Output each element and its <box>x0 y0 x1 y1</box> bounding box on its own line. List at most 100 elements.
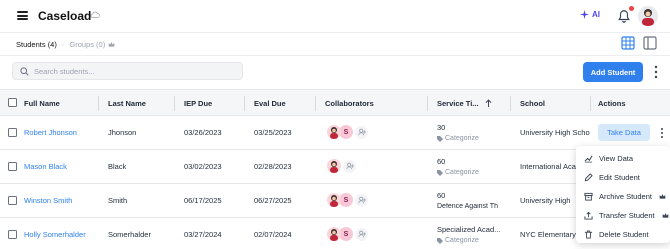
page-title: Caseload <box>38 9 92 23</box>
row-checkbox[interactable] <box>8 128 17 137</box>
column-last-name[interactable]: Last Name <box>108 99 146 108</box>
tag-icon <box>437 237 443 244</box>
iep-due-cell: 03/02/2023 <box>184 162 222 171</box>
menu-item-archive-student[interactable]: Archive Student <box>576 187 670 206</box>
table-row[interactable]: Robert Jhonson Jhonson 03/26/2023 03/25/… <box>0 116 670 150</box>
row-checkbox[interactable] <box>8 196 17 205</box>
column-separator <box>590 96 591 111</box>
last-name-cell: Black <box>108 162 127 171</box>
bell-icon[interactable] <box>617 9 631 23</box>
table-row[interactable]: Holly Somerhalder Somerhalder 03/27/2024… <box>0 218 670 249</box>
transfer-icon <box>584 211 593 220</box>
column-separator <box>510 96 511 111</box>
column-separator <box>427 96 428 111</box>
pencil-icon <box>584 173 593 182</box>
student-name-link[interactable]: Robert Jhonson <box>24 128 77 137</box>
column-full-name[interactable]: Full Name <box>24 99 60 108</box>
add-student-button[interactable]: Add Student <box>583 62 643 82</box>
categorize-tag[interactable]: Categorize <box>437 135 479 142</box>
crown-icon <box>662 213 668 218</box>
service-time-value: Specialized Acad... <box>437 225 501 234</box>
iep-due-cell: 03/26/2023 <box>184 128 222 137</box>
tab-separator: · <box>61 40 65 49</box>
add-collaborator-icon[interactable] <box>355 125 368 139</box>
menu-item-transfer-student[interactable]: Transfer Student <box>576 206 670 225</box>
collaborators-cell[interactable] <box>327 159 356 173</box>
column-separator <box>244 96 245 111</box>
row-more-options-icon[interactable] <box>659 127 665 139</box>
last-name-cell: Smith <box>108 196 128 205</box>
column-iep-due[interactable]: IEP Due <box>184 99 212 108</box>
eval-due-cell: 02/07/2024 <box>254 230 292 239</box>
column-eval-due[interactable]: Eval Due <box>254 99 286 108</box>
category-label: Categorize <box>445 237 479 244</box>
collaborator-avatar <box>327 193 341 207</box>
tag-icon <box>437 169 443 176</box>
last-name-cell: Somerhalder <box>108 230 151 239</box>
student-name-link[interactable]: Mason Black <box>24 162 67 171</box>
search-box[interactable] <box>12 62 243 80</box>
archive-icon <box>584 192 593 201</box>
table-row[interactable]: Winston Smith Smith 06/17/2025 06/27/202… <box>0 184 670 218</box>
more-options-icon[interactable] <box>652 64 660 80</box>
eval-due-cell: 03/25/2023 <box>254 128 292 137</box>
add-collaborator-icon[interactable] <box>355 193 368 207</box>
row-checkbox[interactable] <box>8 230 17 239</box>
cloud-sync-icon <box>90 11 100 18</box>
ai-label: AI <box>592 10 600 19</box>
menu-icon[interactable] <box>17 11 28 21</box>
row-actions-menu: View Data Edit Student Archive Student T… <box>576 146 670 243</box>
chart-icon <box>584 155 593 163</box>
menu-item-label: Delete Student <box>599 230 649 239</box>
student-name-link[interactable]: Winston Smith <box>24 196 72 205</box>
menu-item-delete-student[interactable]: Delete Student <box>576 225 670 244</box>
student-name-link[interactable]: Holly Somerhalder <box>24 230 86 239</box>
add-collaborator-icon[interactable] <box>355 227 368 241</box>
panel-view-icon[interactable] <box>643 36 657 50</box>
iep-due-cell: 06/17/2025 <box>184 196 222 205</box>
divider <box>0 55 670 56</box>
take-data-button[interactable]: Take Data <box>598 124 650 141</box>
category-label: Categorize <box>445 169 479 176</box>
crown-icon <box>108 42 115 47</box>
sparkle-icon <box>580 10 589 19</box>
collaborators-cell[interactable]: S <box>327 193 368 207</box>
categorize-tag[interactable]: Categorize <box>437 169 479 176</box>
add-collaborator-icon[interactable] <box>343 159 356 173</box>
user-avatar[interactable] <box>638 6 658 26</box>
collaborator-initial-avatar: S <box>339 193 353 207</box>
grid-view-icon[interactable] <box>621 36 635 50</box>
tab-groups[interactable]: Groups (0) <box>69 40 115 49</box>
menu-item-edit-student[interactable]: Edit Student <box>576 168 670 187</box>
row-checkbox[interactable] <box>8 162 17 171</box>
crown-icon <box>659 194 666 199</box>
column-school[interactable]: School <box>520 99 545 108</box>
service-time-value: 60 <box>437 191 446 200</box>
eval-due-cell: 06/27/2025 <box>254 196 292 205</box>
collaborators-cell[interactable]: S <box>327 125 368 139</box>
tab-groups-label: Groups (0) <box>69 40 106 49</box>
collaborator-avatar <box>327 125 341 139</box>
service-time-value: 30 <box>437 123 446 132</box>
ai-button[interactable]: AI <box>580 10 600 19</box>
column-separator <box>98 96 99 111</box>
service-type-label: Defence Against Th <box>437 203 498 210</box>
column-service-time[interactable]: Service Ti... <box>437 99 479 108</box>
menu-item-view-data[interactable]: View Data <box>576 149 670 168</box>
search-input[interactable] <box>34 66 234 76</box>
collaborators-cell[interactable]: S <box>327 227 368 241</box>
tab-students[interactable]: Students (4) <box>16 40 57 49</box>
select-all-checkbox[interactable] <box>8 98 17 107</box>
menu-item-label: View Data <box>599 154 634 163</box>
trash-icon <box>584 230 593 239</box>
menu-item-label: Edit Student <box>599 173 640 182</box>
category-label: Categorize <box>445 135 479 142</box>
column-collaborators[interactable]: Collaborators <box>325 99 374 108</box>
collaborator-initial-avatar: S <box>339 125 353 139</box>
categorize-tag[interactable]: Categorize <box>437 237 479 244</box>
column-actions: Actions <box>598 99 626 108</box>
table-row[interactable]: Mason Black Black 03/02/2023 02/28/2023 … <box>0 150 670 184</box>
sort-ascending-icon[interactable] <box>485 99 492 108</box>
collaborator-avatar <box>327 159 341 173</box>
collaborator-initial-avatar: S <box>339 227 353 241</box>
